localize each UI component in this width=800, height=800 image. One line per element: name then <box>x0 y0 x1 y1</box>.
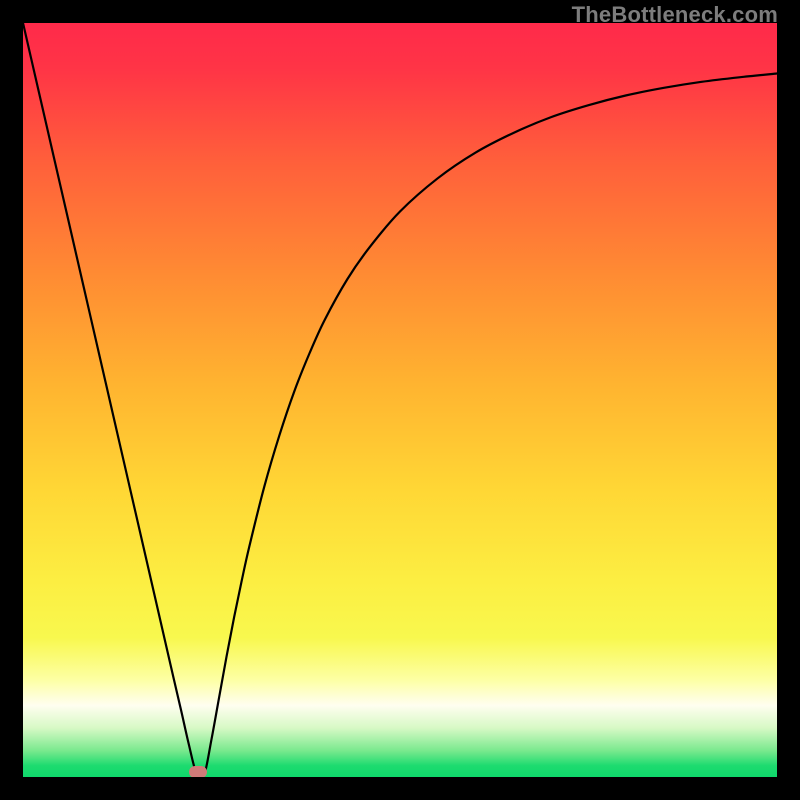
watermark-text: TheBottleneck.com <box>572 2 778 28</box>
curve-svg <box>23 23 777 777</box>
optimal-marker <box>189 766 207 777</box>
bottleneck-curve <box>23 23 777 777</box>
chart-frame: TheBottleneck.com <box>0 0 800 800</box>
plot-area <box>23 23 777 777</box>
